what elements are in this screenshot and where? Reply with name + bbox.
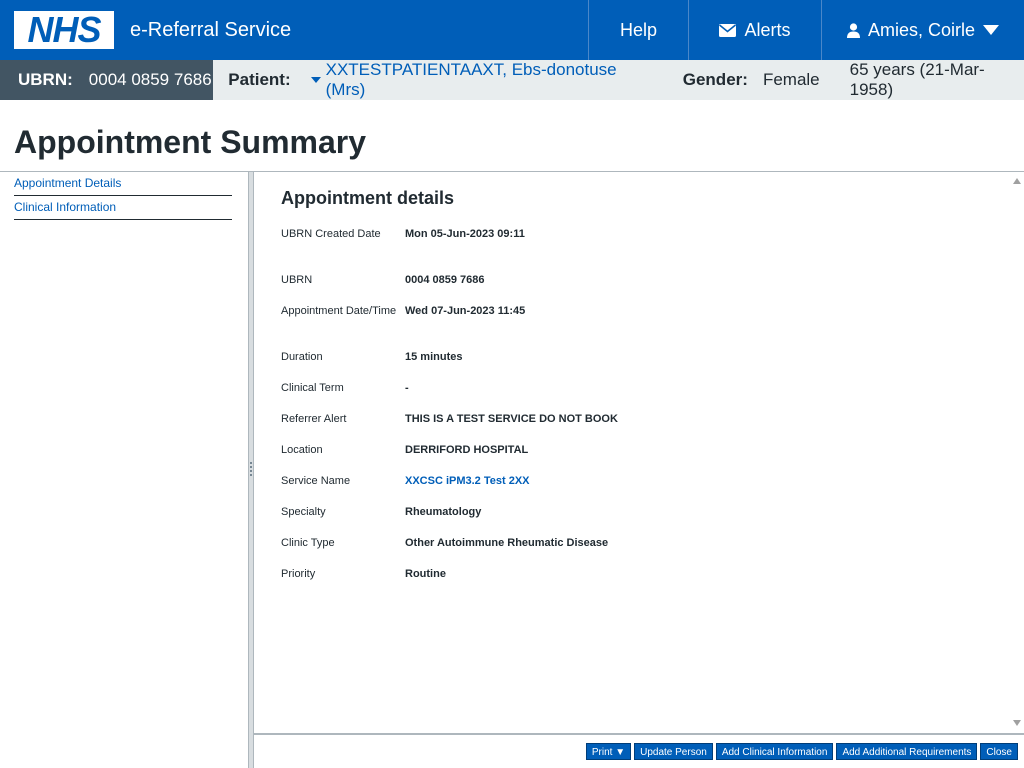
left-nav: Appointment Details Clinical Information — [14, 172, 232, 220]
detail-row: UBRN Created Date Mon 05-Jun-2023 09:11 — [281, 227, 1010, 273]
detail-value: Mon 05-Jun-2023 09:11 — [405, 228, 525, 240]
user-menu[interactable]: Amies, Coirle — [821, 0, 1024, 60]
detail-value: THIS IS A TEST SERVICE DO NOT BOOK — [405, 413, 618, 425]
patient-banner: UBRN: 0004 0859 7686 Patient: XXTESTPATI… — [0, 60, 1024, 100]
detail-row: Clinic Type Other Autoimmune Rheumatic D… — [281, 536, 1010, 567]
detail-key: Location — [281, 444, 323, 456]
ubrn-value: 0004 0859 7686 — [88, 70, 212, 89]
service-name: e-Referral Service — [130, 18, 292, 41]
detail-row: Service Name XXCSC iPM3.2 Test 2XX — [281, 474, 1010, 505]
update-person-button[interactable]: Update Person — [634, 743, 713, 760]
splitter-grip-icon — [250, 462, 252, 476]
detail-row: Appointment Date/Time Wed 07-Jun-2023 11… — [281, 304, 1010, 350]
detail-value: Rheumatology — [405, 506, 482, 518]
scroll-down-icon[interactable] — [1013, 720, 1021, 726]
service-name-link[interactable]: XXCSC iPM3.2 Test 2XX — [405, 474, 530, 505]
patient-age: 65 years (21-Mar-1958) — [849, 60, 985, 99]
action-bar: Print ▼ Update Person Add Clinical Infor… — [585, 743, 1018, 760]
scroll-up-icon[interactable] — [1013, 178, 1021, 184]
top-header: NHS e-Referral Service Help Alerts Amies… — [0, 0, 1024, 60]
content-scrollbar[interactable] — [1010, 172, 1024, 732]
detail-key: Clinic Type — [281, 537, 335, 549]
ubrn-box: UBRN: 0004 0859 7686 — [0, 60, 214, 100]
nhs-logo-text: NHS — [27, 9, 101, 50]
detail-row: Clinical Term - — [281, 381, 1010, 412]
detail-key: Appointment Date/Time — [281, 305, 397, 317]
detail-row: Specialty Rheumatology — [281, 505, 1010, 536]
detail-value: - — [405, 382, 409, 394]
appointment-details-panel: Appointment details UBRN Created Date Mo… — [254, 172, 1010, 732]
patient-label: Patient: — [228, 70, 291, 89]
detail-key: Service Name — [281, 475, 351, 487]
page-title: Appointment Summary — [14, 124, 367, 160]
patient-name: XXTESTPATIENTAAXT, Ebs-donotuse (Mrs) — [325, 60, 617, 99]
chevron-down-icon — [983, 25, 1000, 35]
help-link[interactable]: Help — [588, 0, 688, 60]
detail-key: Duration — [281, 351, 323, 363]
nhs-logo[interactable]: NHS — [14, 11, 114, 49]
detail-value: DERRIFORD HOSPITAL — [405, 444, 529, 456]
detail-key: Specialty — [281, 506, 326, 518]
detail-row: Referrer Alert THIS IS A TEST SERVICE DO… — [281, 412, 1010, 443]
detail-value: Other Autoimmune Rheumatic Disease — [405, 537, 609, 549]
detail-row: Priority Routine — [281, 567, 1010, 598]
user-icon — [846, 22, 860, 38]
close-button[interactable]: Close — [980, 743, 1018, 760]
alerts-label: Alerts — [744, 19, 791, 40]
user-name: Amies, Coirle — [867, 19, 976, 40]
detail-key: Priority — [281, 568, 316, 580]
detail-value: Wed 07-Jun-2023 11:45 — [405, 305, 526, 317]
detail-row: Location DERRIFORD HOSPITAL — [281, 443, 1010, 474]
detail-value: 15 minutes — [405, 351, 463, 363]
detail-row: Duration 15 minutes — [281, 350, 1010, 381]
detail-key: Clinical Term — [281, 382, 344, 394]
brand: NHS e-Referral Service — [0, 0, 588, 60]
add-clinical-information-button[interactable]: Add Clinical Information — [715, 743, 834, 760]
gender-label: Gender: — [682, 70, 748, 89]
actions-divider — [254, 733, 1024, 735]
caret-down-icon — [310, 77, 321, 83]
section-title: Appointment details — [281, 188, 455, 208]
detail-key: UBRN Created Date — [281, 228, 381, 240]
alerts-link[interactable]: Alerts — [688, 0, 821, 60]
add-additional-requirements-button[interactable]: Add Additional Requirements — [836, 743, 978, 760]
detail-value: Routine — [405, 568, 446, 580]
help-label: Help — [619, 19, 658, 40]
detail-value: 0004 0859 7686 — [405, 274, 485, 286]
leftnav-item-appointment-details[interactable]: Appointment Details — [14, 172, 232, 196]
gender-value: Female — [762, 70, 820, 89]
detail-key: Referrer Alert — [281, 413, 347, 425]
leftnav-item-clinical-information[interactable]: Clinical Information — [14, 196, 232, 220]
detail-key: UBRN — [281, 274, 313, 286]
detail-row: UBRN 0004 0859 7686 — [281, 273, 1010, 304]
ubrn-label: UBRN: — [18, 70, 73, 89]
envelope-icon — [719, 23, 737, 37]
patient-name-link[interactable]: XXTESTPATIENTAAXT, Ebs-donotuse (Mrs) — [310, 60, 653, 100]
print-button[interactable]: Print ▼ — [585, 743, 632, 760]
